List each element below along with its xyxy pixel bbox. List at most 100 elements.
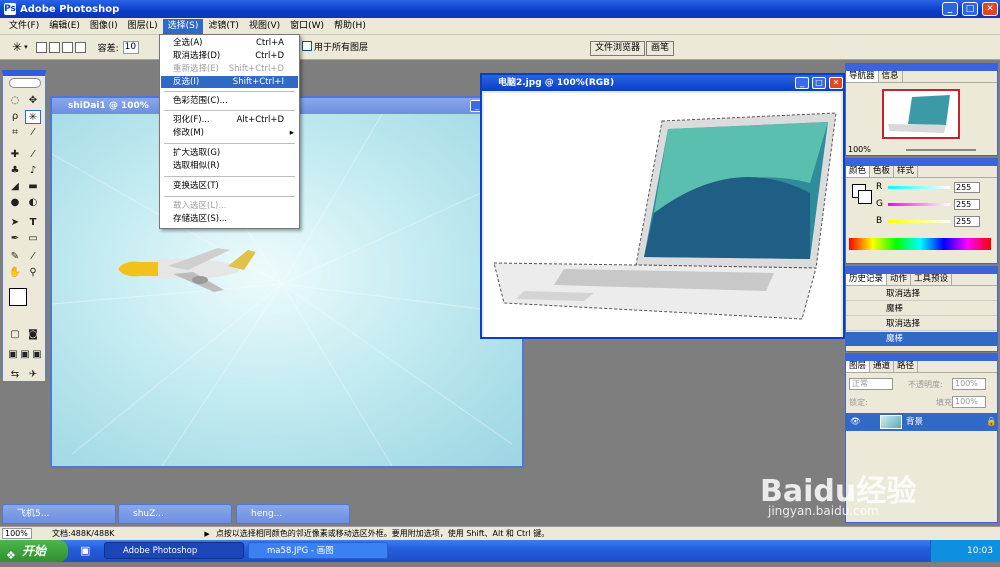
marquee-tool-icon[interactable]: ◌: [7, 94, 23, 108]
document-window-laptop[interactable]: 电脑2.jpg @ 100%(RGB) _ □ ✕: [480, 73, 845, 339]
status-arrow-icon[interactable]: ▶: [204, 530, 209, 538]
navigator-thumbnail[interactable]: [882, 89, 960, 139]
history-item-current[interactable]: 魔棒: [846, 332, 997, 346]
brush-tool-icon[interactable]: ⁄: [25, 148, 41, 162]
dodge-tool-icon[interactable]: ◐: [25, 196, 41, 210]
menu-item-transform-selection[interactable]: 变换选区(T): [161, 180, 298, 192]
menu-select[interactable]: 选择(S): [162, 18, 204, 34]
maximize-button[interactable]: □: [962, 2, 978, 16]
eraser-tool-icon[interactable]: ◢: [7, 180, 23, 194]
zoom-tool-icon[interactable]: ⚲: [25, 266, 41, 280]
channel-b-value[interactable]: 255: [954, 216, 980, 227]
history-brush-icon[interactable]: ♪: [25, 164, 41, 178]
foreground-color-swatch[interactable]: [9, 288, 27, 306]
start-button[interactable]: ❖ 开始: [0, 540, 68, 562]
menu-filter[interactable]: 滤镜(T): [203, 19, 244, 34]
screen-mode-3-icon[interactable]: ▣: [29, 348, 45, 362]
tab-history[interactable]: 历史记录: [846, 274, 888, 285]
menu-item-color-range[interactable]: 色彩范围(C)...: [161, 95, 298, 107]
eyedropper-icon[interactable]: ⁄: [25, 250, 41, 264]
subtract-selection-icon[interactable]: [61, 41, 73, 53]
brushes-tab[interactable]: 画笔: [646, 41, 675, 56]
document-canvas-laptop[interactable]: [484, 93, 841, 337]
tab-swatches[interactable]: 色板: [870, 166, 895, 177]
shape-tool-icon[interactable]: ▭: [25, 232, 41, 246]
quick-launch-icon[interactable]: ▣: [80, 544, 90, 557]
menu-edit[interactable]: 编辑(E): [44, 19, 85, 34]
channel-b-slider[interactable]: [888, 220, 950, 223]
taskbar-button-photoshop[interactable]: Adobe Photoshop: [104, 542, 244, 559]
magic-wand-tool-icon[interactable]: ✳: [25, 110, 41, 124]
tab-channels[interactable]: 通道: [870, 361, 895, 372]
laptop-minimize-button[interactable]: _: [795, 77, 809, 89]
laptop-maximize-button[interactable]: □: [812, 77, 826, 89]
menu-help[interactable]: 帮助(H): [329, 19, 371, 34]
healing-brush-icon[interactable]: ✚: [7, 148, 23, 162]
quick-mask-icon[interactable]: ◙: [25, 328, 41, 342]
tab-info[interactable]: 信息: [879, 71, 903, 82]
menu-image[interactable]: 图像(I): [85, 19, 123, 34]
tab-tool-presets[interactable]: 工具预设: [911, 274, 953, 285]
tab-actions[interactable]: 动作: [887, 274, 912, 285]
notes-tool-icon[interactable]: ✎: [7, 250, 23, 264]
menu-item-similar[interactable]: 选取相似(R): [161, 160, 298, 172]
history-item[interactable]: 取消选择: [846, 287, 997, 301]
blur-tool-icon[interactable]: ●: [7, 196, 23, 210]
menu-item-reselect[interactable]: 重新选择(E) Shift+Ctrl+D: [161, 63, 298, 75]
path-select-icon[interactable]: ➤: [7, 216, 23, 230]
tool-preset-arrow-icon[interactable]: ▾: [24, 43, 28, 51]
channel-g-value[interactable]: 255: [954, 199, 980, 210]
channel-r-value[interactable]: 255: [954, 182, 980, 193]
menu-item-deselect[interactable]: 取消选择(D) Ctrl+D: [161, 50, 298, 62]
gradient-tool-icon[interactable]: ▬: [25, 180, 41, 194]
tab-styles[interactable]: 样式: [894, 166, 919, 177]
menu-window[interactable]: 窗口(W): [285, 19, 329, 34]
hand-tool-icon[interactable]: ✋: [7, 266, 23, 280]
close-button[interactable]: ✕: [982, 2, 998, 16]
jump-to-imageready-icon[interactable]: ⇆: [7, 368, 23, 382]
channel-r-slider[interactable]: [888, 186, 950, 189]
minimized-window-3[interactable]: heng...: [236, 504, 350, 524]
menu-view[interactable]: 视图(V): [244, 19, 285, 34]
tab-paths[interactable]: 路径: [894, 361, 919, 372]
fill-input[interactable]: 100%: [952, 396, 986, 408]
navigator-zoom-slider[interactable]: [906, 149, 976, 151]
menu-item-inverse[interactable]: 反选(I) Shift+Ctrl+I: [161, 76, 298, 88]
standard-mode-icon[interactable]: ▢: [7, 328, 23, 342]
menu-file[interactable]: 文件(F): [4, 19, 44, 34]
history-item[interactable]: 取消选择: [846, 317, 997, 331]
menu-item-save-selection[interactable]: 存储选区(S)...: [161, 213, 298, 225]
status-zoom[interactable]: 100%: [2, 528, 32, 539]
menu-item-grow[interactable]: 扩大选取(G): [161, 147, 298, 159]
channel-g-slider[interactable]: [888, 203, 950, 206]
menu-item-modify[interactable]: 修改(M) ▸: [161, 127, 298, 139]
opacity-input[interactable]: 100%: [952, 378, 986, 390]
pen-tool-icon[interactable]: ✒: [7, 232, 23, 246]
minimize-button[interactable]: _: [942, 2, 958, 16]
blend-mode-select[interactable]: 正常: [849, 378, 893, 390]
all-layers-checkbox[interactable]: [302, 41, 312, 51]
move-tool-icon[interactable]: ✥: [25, 94, 41, 108]
history-item[interactable]: 魔棒: [846, 302, 997, 316]
adobe-online-icon[interactable]: [9, 78, 41, 88]
tab-color[interactable]: 颜色: [846, 166, 871, 177]
laptop-close-button[interactable]: ✕: [829, 77, 843, 89]
slice-tool-icon[interactable]: ⁄: [25, 126, 41, 140]
layer-row-background[interactable]: 👁 背景 🔒: [846, 413, 997, 431]
type-tool-icon[interactable]: T: [25, 216, 41, 230]
menu-item-select-all[interactable]: 全选(A) Ctrl+A: [161, 37, 298, 49]
file-browser-tab[interactable]: 文件浏览器: [590, 41, 646, 56]
menu-layer[interactable]: 图层(L): [123, 19, 163, 34]
lasso-tool-icon[interactable]: ρ: [7, 110, 23, 124]
new-selection-icon[interactable]: [35, 41, 47, 53]
magic-wand-icon[interactable]: ✳: [12, 40, 22, 54]
taskbar-button-paint[interactable]: ma58.JPG - 画图: [248, 542, 388, 559]
clone-stamp-icon[interactable]: ♣: [7, 164, 23, 178]
eye-icon[interactable]: 👁: [850, 413, 861, 431]
crop-tool-icon[interactable]: ⌗: [7, 126, 23, 140]
tolerance-input[interactable]: 10: [122, 40, 139, 54]
intersect-selection-icon[interactable]: [74, 41, 86, 53]
menu-item-load-selection[interactable]: 载入选区(L)...: [161, 200, 298, 212]
minimized-window-2[interactable]: shuZ...: [118, 504, 232, 524]
menu-item-feather[interactable]: 羽化(F)... Alt+Ctrl+D: [161, 114, 298, 126]
